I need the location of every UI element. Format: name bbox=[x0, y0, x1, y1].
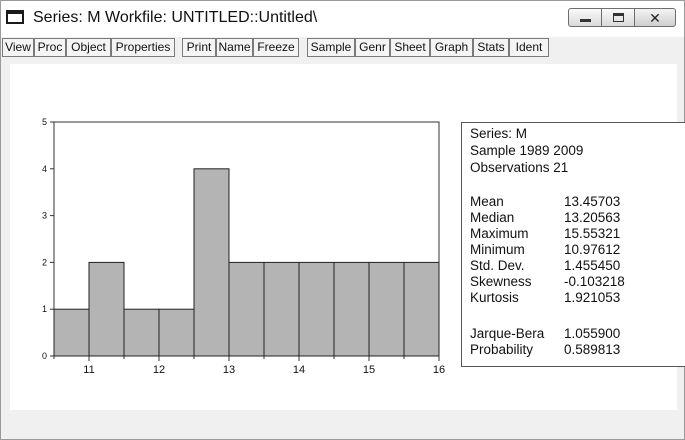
probability-label: Probability bbox=[470, 342, 534, 357]
x-tick-label: 12 bbox=[153, 364, 165, 376]
y-tick-label: 0 bbox=[42, 351, 47, 361]
stats-observations-line: Observations 21 bbox=[470, 160, 569, 175]
histogram-bar bbox=[263, 261, 300, 357]
stat-value: 15.55321 bbox=[564, 226, 621, 241]
toolbar-proc-button[interactable]: Proc bbox=[34, 38, 66, 57]
maximize-icon bbox=[613, 13, 624, 22]
histogram-bar bbox=[193, 168, 230, 357]
histogram-bar bbox=[228, 261, 265, 357]
descriptive-stats-box: Series: M Sample 1989 2009 Observations … bbox=[461, 122, 685, 367]
histogram-bar bbox=[53, 308, 90, 357]
x-tick-label: 15 bbox=[363, 364, 375, 376]
stat-value: 13.20563 bbox=[564, 210, 621, 225]
stat-value: 13.45703 bbox=[564, 194, 621, 209]
toolbar-graph-button[interactable]: Graph bbox=[430, 38, 473, 57]
toolbar-stats-button[interactable]: Stats bbox=[473, 38, 509, 57]
toolbar-ident-button[interactable]: Ident bbox=[509, 38, 549, 57]
stats-sample-line: Sample 1989 2009 bbox=[470, 143, 584, 158]
x-tick-label: 16 bbox=[433, 364, 445, 376]
histogram-bar bbox=[88, 261, 125, 357]
histogram-bar bbox=[333, 261, 370, 357]
histogram-bar bbox=[123, 308, 160, 357]
stat-label: Median bbox=[470, 210, 515, 225]
minimize-icon bbox=[580, 19, 591, 22]
series-window: Series: M Workfile: UNTITLED::Untitled\ … bbox=[0, 0, 685, 440]
x-tick-label: 14 bbox=[293, 364, 305, 376]
toolbar-view-button[interactable]: View bbox=[2, 38, 34, 57]
stat-label: Skewness bbox=[470, 274, 532, 289]
histogram-bar bbox=[298, 261, 335, 357]
histogram-chart: 01234511 12 13 14 15 16 bbox=[42, 117, 445, 376]
toolbar-sample-button[interactable]: Sample bbox=[307, 38, 355, 57]
toolbar-genr-button[interactable]: Genr bbox=[355, 38, 390, 57]
jarque-bera-value: 1.055900 bbox=[564, 326, 621, 341]
title-bar[interactable]: Series: M Workfile: UNTITLED::Untitled\ … bbox=[1, 1, 684, 37]
histogram-bar bbox=[368, 261, 405, 357]
window-controls: ✕ bbox=[568, 8, 676, 28]
stat-value: 10.97612 bbox=[564, 242, 621, 257]
stat-label: Kurtosis bbox=[470, 290, 519, 305]
minimize-button[interactable] bbox=[568, 8, 602, 27]
toolbar-name-button[interactable]: Name bbox=[216, 38, 253, 57]
toolbar-sheet-button[interactable]: Sheet bbox=[390, 38, 430, 57]
stat-label: Std. Dev. bbox=[470, 258, 525, 273]
y-tick-label: 5 bbox=[42, 117, 47, 127]
y-tick-label: 4 bbox=[42, 164, 47, 174]
histogram-bar bbox=[403, 261, 440, 357]
content-area: 0 1 2 3 4 5 11 12 13 14 15 16 Series: M Sample 1989… bbox=[10, 64, 685, 410]
probability-value: 0.589813 bbox=[564, 342, 621, 357]
stat-value: 1.921053 bbox=[564, 290, 621, 305]
toolbar-object-button[interactable]: Object bbox=[66, 38, 111, 57]
toolbar-properties-button[interactable]: Properties bbox=[111, 38, 175, 57]
y-tick-label: 3 bbox=[42, 211, 47, 221]
y-tick-label: 1 bbox=[42, 304, 47, 314]
y-tick-label: 2 bbox=[42, 257, 47, 267]
toolbar-print-button[interactable]: Print bbox=[182, 38, 216, 57]
histogram-bar bbox=[158, 308, 195, 357]
stat-label: Mean bbox=[470, 194, 504, 209]
x-tick-label: 13 bbox=[223, 364, 235, 376]
window-title: Series: M Workfile: UNTITLED::Untitled\ bbox=[33, 9, 318, 26]
maximize-button[interactable] bbox=[601, 8, 635, 27]
stat-value: -0.103218 bbox=[564, 274, 625, 289]
jarque-bera-label: Jarque-Bera bbox=[470, 326, 545, 341]
stats-series-line: Series: M bbox=[470, 126, 528, 141]
x-tick-label: 11 bbox=[83, 364, 94, 376]
toolbar: View Proc Object Properties Print Name F… bbox=[1, 38, 684, 58]
stat-value: 1.455450 bbox=[564, 258, 621, 273]
window-icon bbox=[6, 10, 24, 24]
stat-label: Minimum bbox=[470, 242, 525, 257]
close-button[interactable]: ✕ bbox=[634, 8, 676, 27]
close-icon: ✕ bbox=[649, 10, 661, 26]
toolbar-freeze-button[interactable]: Freeze bbox=[253, 38, 299, 57]
stat-label: Maximum bbox=[470, 226, 529, 241]
